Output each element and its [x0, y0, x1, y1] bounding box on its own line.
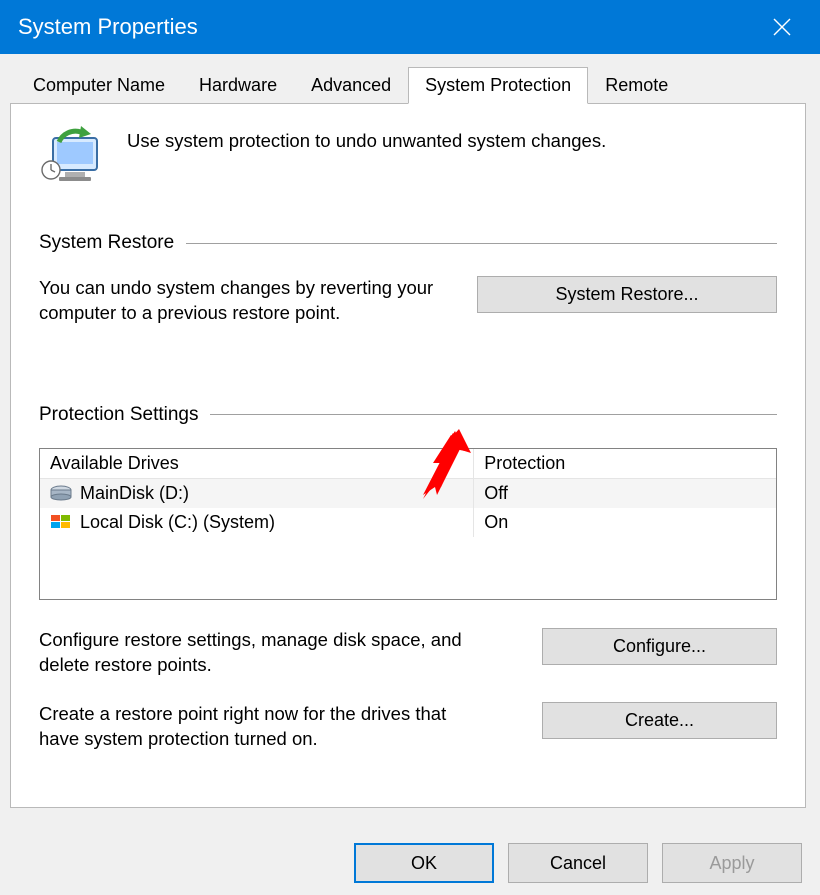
dialog-footer: OK Cancel Apply	[354, 843, 802, 883]
intro-text: Use system protection to undo unwanted s…	[127, 130, 606, 152]
cancel-button[interactable]: Cancel	[508, 843, 648, 883]
create-desc: Create a restore point right now for the…	[39, 702, 479, 752]
tab-strip: Computer Name Hardware Advanced System P…	[16, 66, 810, 103]
configure-button[interactable]: Configure...	[542, 628, 777, 665]
drive-name: Local Disk (C:) (System)	[80, 512, 275, 533]
system-restore-button[interactable]: System Restore...	[477, 276, 777, 313]
group-title-protection-settings: Protection Settings	[39, 404, 198, 426]
divider	[210, 414, 777, 415]
ok-button[interactable]: OK	[354, 843, 494, 883]
close-icon	[773, 18, 791, 36]
group-title-system-restore: System Restore	[39, 232, 174, 254]
create-button[interactable]: Create...	[542, 702, 777, 739]
group-protection-settings: Protection Settings Available Drives Pro…	[39, 404, 777, 752]
close-button[interactable]	[762, 7, 802, 47]
intro-row: Use system protection to undo unwanted s…	[39, 124, 777, 188]
table-header: Available Drives Protection	[40, 449, 776, 479]
hdd-icon	[50, 485, 72, 501]
window-title: System Properties	[18, 14, 198, 40]
col-available-drives: Available Drives	[40, 449, 474, 478]
tab-advanced[interactable]: Advanced	[294, 67, 408, 104]
tab-panel: Use system protection to undo unwanted s…	[10, 103, 806, 808]
drive-protection: Off	[474, 479, 776, 508]
tab-computer-name[interactable]: Computer Name	[16, 67, 182, 104]
system-protection-icon	[39, 124, 109, 188]
table-row[interactable]: MainDisk (D:) Off	[40, 479, 776, 508]
apply-button[interactable]: Apply	[662, 843, 802, 883]
table-row[interactable]: Local Disk (C:) (System) On	[40, 508, 776, 537]
tab-hardware[interactable]: Hardware	[182, 67, 294, 104]
tab-remote[interactable]: Remote	[588, 67, 685, 104]
drives-table[interactable]: Available Drives Protection MainDisk (D:…	[39, 448, 777, 600]
divider	[186, 243, 777, 244]
tab-system-protection[interactable]: System Protection	[408, 67, 588, 104]
drive-name: MainDisk (D:)	[80, 483, 189, 504]
client-area: Computer Name Hardware Advanced System P…	[0, 54, 820, 895]
titlebar: System Properties	[0, 0, 820, 54]
windows-drive-icon	[50, 514, 72, 530]
system-restore-desc: You can undo system changes by reverting…	[39, 276, 461, 326]
drive-protection: On	[474, 508, 776, 537]
configure-desc: Configure restore settings, manage disk …	[39, 628, 479, 678]
col-protection: Protection	[474, 449, 776, 478]
group-system-restore: System Restore You can undo system chang…	[39, 232, 777, 326]
